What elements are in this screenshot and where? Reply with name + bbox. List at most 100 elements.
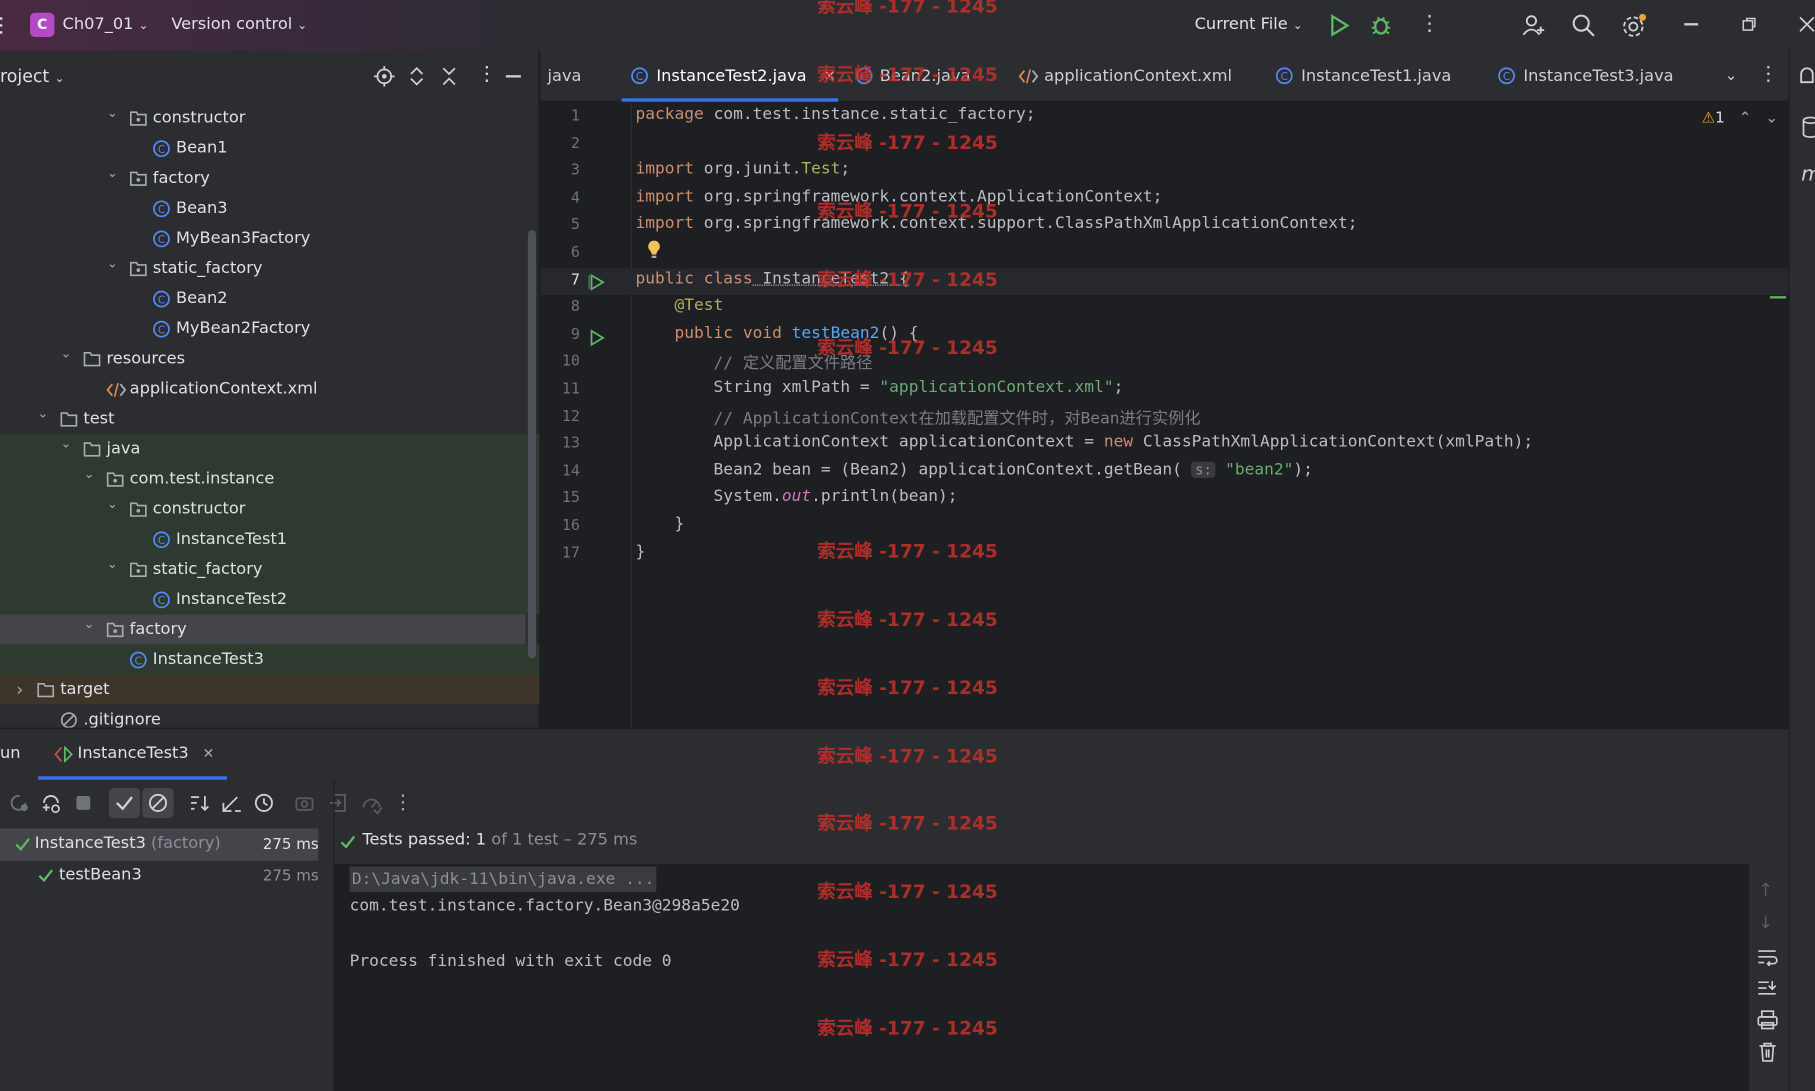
clear-all-icon[interactable]	[1758, 1042, 1777, 1062]
inspection-widget[interactable]: ⚠1 ⌃ ⌄	[1702, 110, 1778, 127]
tree-item-mybean2factory[interactable]: C MyBean2Factory	[0, 314, 526, 344]
scroll-down-icon[interactable]: ↓	[1758, 912, 1773, 933]
tabs-overflow-chevron-icon[interactable]: ⌄	[1725, 67, 1738, 84]
tab-instancetest3-java[interactable]: C InstanceTest3.java	[1498, 51, 1674, 102]
collapse-all-icon[interactable]	[441, 66, 457, 87]
test-case-row[interactable]: testBean3 275 ms	[0, 861, 333, 891]
tree-item-static-factory[interactable]: ⌄ static_factory	[0, 253, 526, 283]
sort-alphabetically-icon[interactable]	[188, 791, 211, 814]
locate-file-icon[interactable]	[373, 65, 395, 87]
scroll-up-icon[interactable]: ↑	[1758, 879, 1773, 900]
close-window-icon[interactable]	[1799, 16, 1815, 32]
import-tests-icon[interactable]	[328, 791, 351, 814]
run-config-dropdown[interactable]: Current File ⌄	[1195, 15, 1303, 34]
soft-wrap-icon[interactable]	[1757, 948, 1778, 967]
tree-item-bean3[interactable]: C Bean3	[0, 193, 526, 223]
folder-icon	[83, 351, 101, 367]
chevron-down-icon[interactable]: ⌄	[104, 103, 120, 133]
options-icon[interactable]: ⋮	[477, 62, 497, 85]
tree-item-test[interactable]: ⌄ test	[0, 404, 526, 434]
tree-item-static-factory[interactable]: ⌄ static_factory	[0, 554, 540, 585]
tree-item-constructor[interactable]: ⌄ constructor	[0, 494, 540, 525]
tree-item-com-test-instance[interactable]: ⌄ com.test.instance	[0, 463, 540, 495]
tab-instancetest2-java[interactable]: C InstanceTest2.java ✕	[631, 51, 836, 102]
close-tab-icon[interactable]: ✕	[823, 68, 836, 85]
expand-all-icon[interactable]	[409, 66, 425, 87]
run-tab-instancetest3[interactable]: InstanceTest3 ✕	[38, 729, 227, 780]
tree-item-mybean3factory[interactable]: C MyBean3Factory	[0, 223, 526, 253]
tree-item-instancetest1[interactable]: C InstanceTest1	[0, 524, 540, 555]
rerun-failed-icon[interactable]	[39, 791, 62, 814]
project-tool-window: roject ⌄ ⋮ ⌄ constructor C Bean1 ⌄ factory C Be…	[0, 50, 540, 729]
tree-item-instancetest2[interactable]: C InstanceTest2	[0, 584, 540, 615]
chevron-down-icon[interactable]: ⌄	[35, 404, 51, 434]
chevron-down-icon[interactable]: ⌄	[58, 344, 74, 374]
more-actions-icon[interactable]: ⋮	[1419, 12, 1440, 36]
debug-icon[interactable]	[1369, 13, 1392, 38]
previous-highlight-icon[interactable]: ⌃	[1739, 110, 1752, 127]
maven-icon[interactable]: m	[1801, 162, 1815, 186]
screenshot-icon[interactable]	[293, 791, 316, 814]
tab-options-icon[interactable]: ⋮	[1758, 62, 1778, 85]
show-passed-toggle[interactable]	[108, 787, 141, 818]
close-run-tab-icon[interactable]: ✕	[203, 745, 215, 761]
print-icon[interactable]	[1757, 1010, 1778, 1030]
chevron-down-icon[interactable]: ⌄	[58, 434, 74, 464]
tree-item-applicationcontext-xml[interactable]: applicationContext.xml	[0, 374, 526, 404]
scroll-to-end-icon[interactable]	[1757, 979, 1778, 998]
chevron-down-icon[interactable]: ⌄	[104, 253, 120, 283]
lightbulb-icon[interactable]	[646, 239, 662, 260]
run-icon[interactable]	[1329, 14, 1350, 37]
tree-item-factory[interactable]: ⌄ factory	[0, 614, 526, 645]
project-name-dropdown[interactable]: Ch07_01 ⌄	[63, 15, 149, 34]
collapse-icon[interactable]	[220, 791, 243, 814]
coverage-icon[interactable]	[360, 791, 383, 815]
main-menu-icon[interactable]	[0, 16, 5, 35]
project-badge[interactable]: C	[30, 12, 55, 38]
minimize-icon[interactable]	[1684, 23, 1699, 25]
run-config-label: Current File	[1194, 15, 1288, 34]
settings-gear-icon[interactable]	[1621, 12, 1649, 40]
search-icon[interactable]	[1571, 13, 1596, 38]
console-command-line[interactable]: D:\Java\jdk-11\bin\java.exe ...	[349, 866, 657, 893]
run-test-gutter-icon[interactable]	[588, 329, 607, 348]
hide-panel-icon[interactable]	[505, 75, 521, 77]
more-run-options-icon[interactable]: ⋮	[391, 791, 414, 814]
test-suite-row[interactable]: InstanceTest3 (factory) 275 ms	[0, 828, 333, 860]
console-output[interactable]: D:\Java\jdk-11\bin\java.exe ... com.test…	[334, 864, 1750, 1091]
tab-applicationcontext-xml[interactable]: applicationContext.xml	[1018, 51, 1232, 102]
tree-item-resources[interactable]: ⌄ resources	[0, 344, 526, 374]
run-gutter-icon[interactable]	[588, 273, 607, 292]
tree-item-constructor[interactable]: ⌄ constructor	[0, 103, 526, 133]
restore-icon[interactable]	[1742, 17, 1757, 32]
tree-item-factory[interactable]: ⌄ factory	[0, 163, 526, 193]
database-icon[interactable]	[1801, 116, 1815, 139]
stop-icon[interactable]	[72, 791, 95, 814]
rerun-icon[interactable]	[8, 791, 31, 814]
line-number: 6	[570, 244, 580, 262]
chevron-down-icon[interactable]: ⌄	[104, 554, 120, 584]
version-control-dropdown[interactable]: Version control ⌄	[171, 15, 307, 34]
chevron-down-icon[interactable]: ⌄	[81, 614, 97, 644]
chevron-down-icon[interactable]: ⌄	[81, 464, 97, 494]
tree-item-bean1[interactable]: C Bean1	[0, 133, 526, 163]
tab-instancetest1-java[interactable]: C InstanceTest1.java	[1275, 51, 1451, 102]
code-editor[interactable]: 1 package com.test.instance.static_factor…	[540, 101, 1789, 728]
run-tool-window: un InstanceTest3 ✕ ⋮ InstanceTest3 (fact…	[0, 727, 1789, 1091]
project-panel-title[interactable]: roject ⌄	[0, 66, 64, 87]
add-user-icon[interactable]	[1521, 13, 1546, 38]
tree-item-bean2[interactable]: C Bean2	[0, 283, 526, 313]
show-ignored-toggle[interactable]	[142, 787, 174, 818]
notifications-icon[interactable]	[1799, 65, 1815, 88]
tab-java[interactable]: java	[548, 51, 582, 102]
chevron-down-icon[interactable]: ⌄	[104, 163, 120, 193]
next-highlight-icon[interactable]: ⌄	[1765, 110, 1778, 127]
tree-scrollbar[interactable]	[527, 230, 536, 659]
tree-item-java[interactable]: ⌄ java	[0, 433, 540, 464]
chevron-right-icon[interactable]: ›	[12, 675, 28, 705]
tab-bean2-java[interactable]: C Bean2.java	[855, 51, 970, 102]
tree-item-instancetest3[interactable]: C InstanceTest3	[0, 644, 540, 675]
tree-item-target[interactable]: › target	[0, 674, 540, 705]
chevron-down-icon[interactable]: ⌄	[104, 494, 120, 524]
test-history-icon[interactable]	[252, 791, 275, 814]
